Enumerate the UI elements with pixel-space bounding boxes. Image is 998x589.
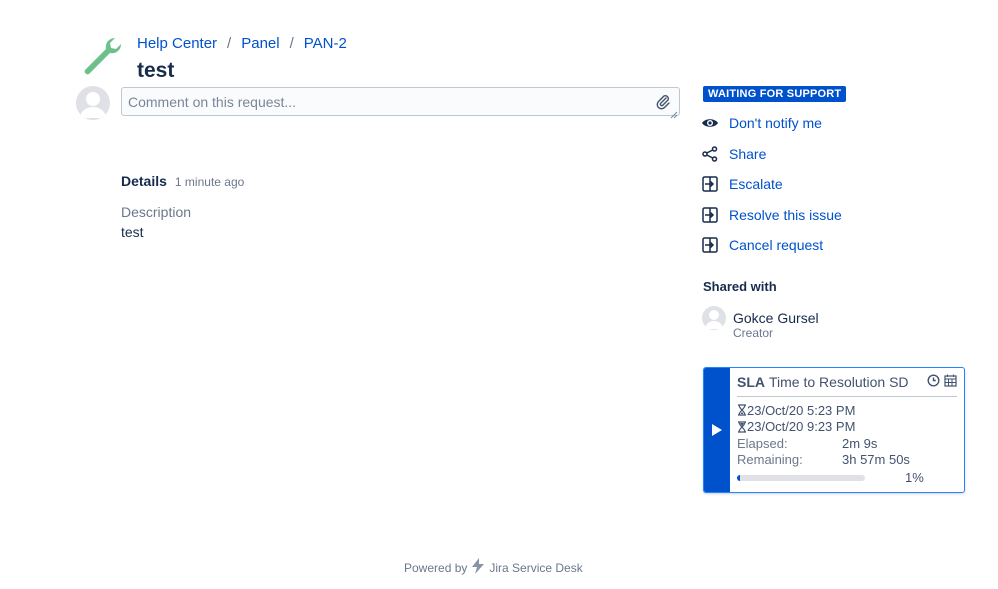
share-label: Share — [729, 145, 767, 162]
sla-progress: 1% — [737, 470, 957, 485]
description-label: Description — [121, 204, 192, 220]
breadcrumb-separator: / — [289, 35, 294, 52]
sla-elapsed-label: Elapsed: — [737, 435, 788, 451]
sla-progress-percent: 1% — [905, 470, 924, 485]
breadcrumb-panel[interactable]: Panel — [241, 35, 279, 52]
sla-elapsed-value: 2m 9s — [842, 435, 878, 451]
breadcrumb-separator: / — [227, 35, 232, 52]
creator-role: Creator — [733, 326, 774, 340]
share-button[interactable]: Share — [701, 139, 951, 170]
dont-notify-me-label: Don't notify me — [729, 115, 822, 132]
breadcrumb: Help Center / Panel / PAN-2 — [137, 35, 347, 52]
sla-progress-fill — [737, 474, 740, 481]
cancel-request-label: Cancel request — [729, 237, 824, 254]
details-timestamp: 1 minute ago — [174, 175, 245, 189]
sla-remaining-value: 3h 57m 50s — [842, 452, 910, 468]
eye-icon — [701, 114, 719, 132]
footer: Powered by Jira Service Desk — [404, 558, 583, 577]
calendar-icon[interactable] — [944, 374, 957, 390]
sla-start-time: 23/Oct/20 5:23 PM — [747, 402, 856, 418]
dont-notify-me-button[interactable]: Don't notify me — [701, 108, 951, 139]
help-center-logo-wrench-icon[interactable] — [80, 35, 124, 79]
request-actions: Don't notify me Share Escalate Resolve t… — [701, 108, 951, 261]
hourglass-icon — [738, 404, 746, 416]
status-badge: WAITING FOR SUPPORT — [703, 86, 847, 102]
cancel-request-button[interactable]: Cancel request — [701, 230, 951, 261]
details-header: Details 1 minute ago — [121, 173, 244, 189]
jira-service-desk-link[interactable]: Jira Service Desk — [489, 561, 582, 575]
jira-bolt-icon — [471, 558, 485, 577]
current-user-avatar — [76, 86, 110, 120]
sla-divider — [737, 396, 957, 397]
details-title: Details — [121, 173, 167, 189]
resolve-issue-button[interactable]: Resolve this issue — [701, 200, 951, 231]
description-value: test — [121, 224, 144, 240]
transition-icon — [701, 236, 719, 254]
sla-prefix: SLA — [737, 374, 765, 390]
shared-with-heading: Shared with — [703, 279, 777, 294]
sla-remaining-row: Remaining: 3h 57m 50s — [737, 452, 957, 469]
transition-icon — [701, 206, 719, 224]
sla-elapsed-row: Elapsed: 2m 9s — [737, 435, 957, 452]
sla-title: SLA Time to Resolution SD — [737, 374, 957, 390]
sla-name: Time to Resolution SD — [769, 374, 909, 390]
resolve-issue-label: Resolve this issue — [729, 206, 842, 223]
clock-icon[interactable] — [927, 374, 940, 390]
resize-handle-icon[interactable] — [670, 106, 678, 119]
sla-progress-bar — [737, 474, 865, 481]
sla-due-time: 23/Oct/20 9:23 PM — [747, 419, 856, 435]
footer-prefix: Powered by — [404, 560, 468, 575]
comment-input[interactable] — [122, 88, 679, 115]
sla-card: SLA Time to Resolution SD 23/Oct/20 5:23… — [703, 367, 965, 493]
sla-due-row: 23/Oct/20 9:23 PM — [737, 419, 957, 436]
paperclip-icon[interactable] — [655, 94, 671, 110]
sla-remaining-label: Remaining: — [737, 452, 803, 468]
breadcrumb-issue-key[interactable]: PAN-2 — [304, 35, 347, 52]
creator-name: Gokce Gursel — [733, 310, 819, 326]
escalate-button[interactable]: Escalate — [701, 169, 951, 200]
share-icon — [701, 145, 719, 163]
hourglass-icon — [738, 421, 746, 433]
sla-body: SLA Time to Resolution SD 23/Oct/20 5:23… — [737, 374, 957, 485]
breadcrumb-help-center[interactable]: Help Center — [137, 35, 217, 52]
play-icon — [712, 424, 722, 436]
sla-start-row: 23/Oct/20 5:23 PM — [737, 402, 957, 419]
creator-avatar — [702, 306, 726, 330]
comment-field-container — [121, 87, 680, 119]
sla-expand-toggle[interactable] — [704, 368, 730, 492]
transition-icon — [701, 175, 719, 193]
escalate-label: Escalate — [729, 176, 783, 193]
page-title: test — [137, 59, 175, 82]
